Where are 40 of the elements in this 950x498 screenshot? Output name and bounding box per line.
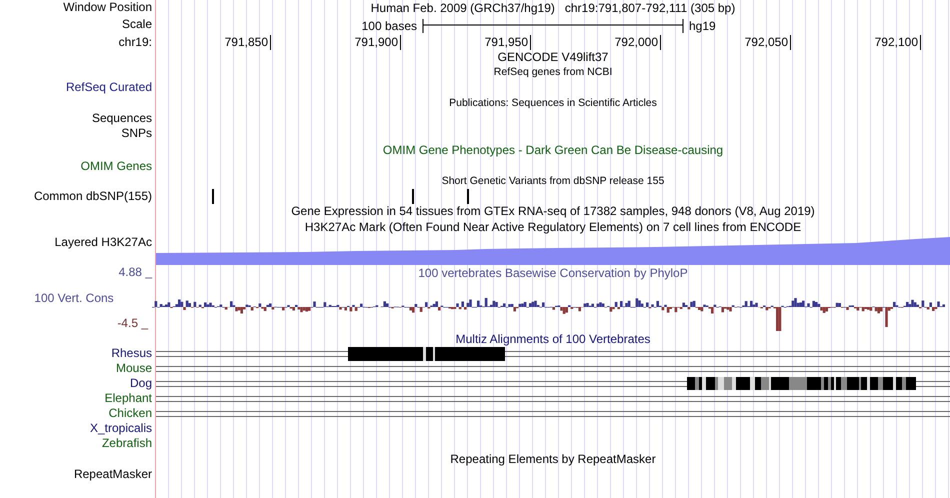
ruler-label: 792,100 [874, 35, 918, 50]
track-label: Sequences [92, 111, 152, 126]
species-label: X_tropicalis [90, 421, 152, 436]
ruler-label: 791,950 [484, 35, 528, 50]
assembly-text: hg19 [689, 18, 717, 34]
scale-max-label: 4.88 _ [118, 265, 152, 280]
track-title: 100 vertebrates Basewise Conservation by PhyloP [418, 266, 688, 280]
track-title: H3K27Ac Mark (Often Found Near Active Regulatory Elements) on 7 cell lines from ENCODE [304, 220, 802, 234]
scale-min-label: -4.5 _ [116, 316, 148, 331]
species-label: Dog [130, 376, 152, 391]
scale-text: 100 bases [362, 18, 417, 34]
species-label: Chicken [108, 406, 152, 421]
track-label: Window Position [63, 0, 152, 15]
track-title: Short Genetic Variants from dbSNP release 155 [442, 174, 664, 188]
track-label: Scale [122, 17, 152, 32]
track-title: GENCODE V49lift37 [498, 50, 608, 65]
track-label: SNPs [121, 126, 152, 141]
ruler-label: 792,050 [744, 35, 788, 50]
track-label: 100 Vert. Cons [33, 291, 115, 306]
track-label: RefSeq Curated [66, 80, 152, 95]
track-title: Multiz Alignments of 100 Vertebrates [456, 332, 650, 347]
species-label: Elephant [104, 391, 152, 406]
ruler-label: 792,000 [614, 35, 658, 50]
track-title: Repeating Elements by RepeatMasker [450, 452, 656, 466]
species-label: Mouse [116, 361, 152, 376]
position-text: chr19:791,807-792,111 (305 bp) [564, 1, 736, 16]
track-label: Common dbSNP(155) [34, 189, 152, 204]
assembly-text: Human Feb. 2009 (GRCh37/hg19) [370, 1, 555, 16]
species-label: Zebrafish [102, 436, 152, 451]
track-label: chr19: [118, 35, 152, 50]
ruler-label: 791,900 [354, 35, 398, 50]
species-label: Rhesus [111, 346, 152, 361]
track-title: Gene Expression in 54 tissues from GTEx RNA-seq of 17382 samples, 948 donors (V8, Aug 2019) [291, 204, 815, 219]
ruler-label: 791,850 [224, 35, 268, 50]
track-label: Layered H3K27Ac [54, 235, 152, 250]
track-label: RepeatMasker [74, 467, 152, 482]
track-title: RefSeq genes from NCBI [494, 65, 612, 80]
track-title: OMIM Gene Phenotypes - Dark Green Can Be Disease-causing [382, 142, 724, 158]
track-label: OMIM Genes [80, 159, 152, 174]
track-title: Publications: Sequences in Scientific Articles [449, 96, 657, 111]
